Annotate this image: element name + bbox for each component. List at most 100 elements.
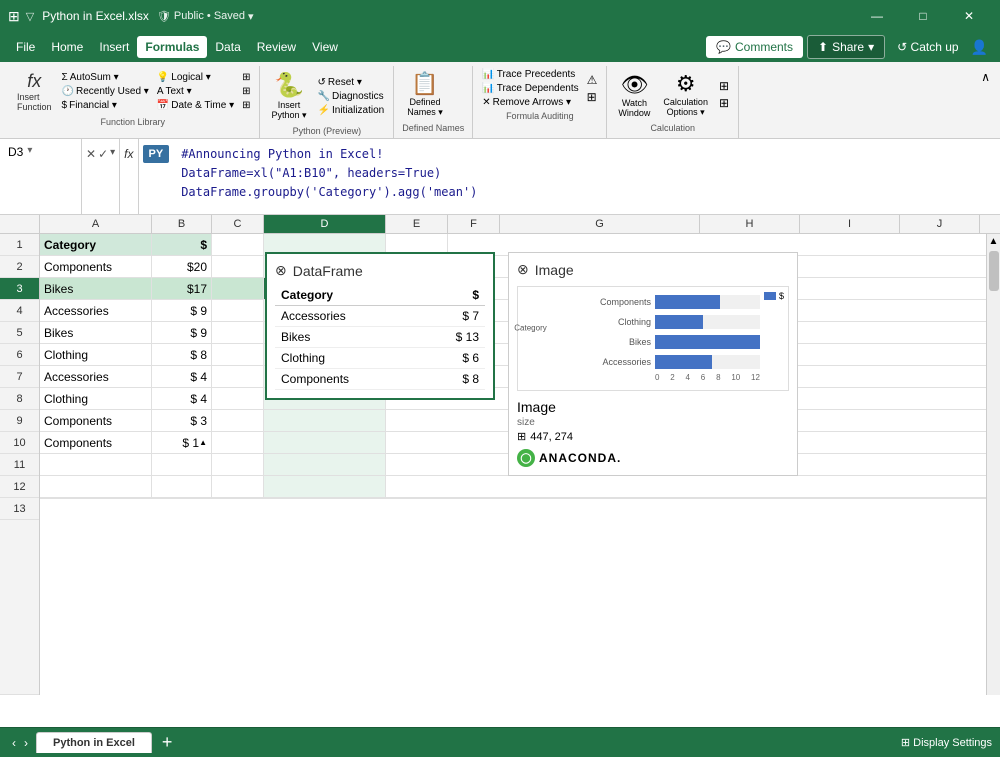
profile-button[interactable]: 👤 xyxy=(967,35,992,60)
cell-c1[interactable] xyxy=(212,234,264,255)
x-icon[interactable]: ✕ xyxy=(86,147,96,161)
row-num-1[interactable]: 1 xyxy=(0,234,39,256)
col-header-f[interactable]: F xyxy=(448,215,500,233)
cell-a6[interactable]: Clothing xyxy=(40,344,152,365)
cell-a2[interactable]: Components xyxy=(40,256,152,277)
menu-item-insert[interactable]: Insert xyxy=(91,36,137,58)
window-controls[interactable]: — □ ✕ xyxy=(854,0,992,32)
insert-function-button[interactable]: fx InsertFunction xyxy=(12,68,57,115)
display-settings-button[interactable]: ⊞ Display Settings xyxy=(901,736,992,749)
col-header-a[interactable]: A xyxy=(40,215,152,233)
defined-names-button[interactable]: 📋 DefinedNames ▾ xyxy=(402,68,448,121)
cell-a10[interactable]: Components xyxy=(40,432,152,453)
cell-reference[interactable]: D3 ▾ xyxy=(0,139,82,214)
cell-a1[interactable]: Category xyxy=(40,234,152,255)
calc-sheet-button[interactable]: ⊞ xyxy=(716,95,732,111)
row-num-14[interactable] xyxy=(0,520,39,695)
share-button[interactable]: ⬆ Share ▾ xyxy=(807,35,885,59)
cell-a9[interactable]: Components xyxy=(40,410,152,431)
row-num-10[interactable]: 10 xyxy=(0,432,39,454)
cell-b9[interactable]: $ 3 xyxy=(152,410,212,431)
row-num-9[interactable]: 9 xyxy=(0,410,39,432)
row-num-5[interactable]: 5 xyxy=(0,322,39,344)
text-button[interactable]: A Text ▾ xyxy=(154,85,237,98)
calc-now-button[interactable]: ⊞ xyxy=(716,78,732,94)
row-num-3[interactable]: 3 xyxy=(0,278,39,300)
cell-b12[interactable] xyxy=(152,476,212,497)
cell-b7[interactable]: $ 4 xyxy=(152,366,212,387)
formula-content[interactable]: #Announcing Python in Excel! DataFrame=x… xyxy=(173,139,1000,214)
maximize-button[interactable]: □ xyxy=(900,0,946,32)
checkmark-icon[interactable]: ✓ xyxy=(98,147,108,161)
row-num-4[interactable]: 4 xyxy=(0,300,39,322)
more-functions-button2[interactable]: ⊞ xyxy=(239,85,253,98)
cell-c3[interactable] xyxy=(212,278,264,299)
cell-a11[interactable] xyxy=(40,454,152,475)
cell-c9[interactable] xyxy=(212,410,264,431)
cell-c6[interactable] xyxy=(212,344,264,365)
eval-formula-button[interactable]: ⊞ xyxy=(584,89,601,105)
menu-item-home[interactable]: Home xyxy=(43,36,91,58)
col-header-j[interactable]: J xyxy=(900,215,980,233)
col-header-g[interactable]: G xyxy=(500,215,700,233)
row-num-8[interactable]: 8 xyxy=(0,388,39,410)
recently-used-button[interactable]: 🕐 Recently Used ▾ xyxy=(59,85,152,98)
autosum-button[interactable]: Σ AutoSum ▾ xyxy=(59,71,152,84)
row-num-6[interactable]: 6 xyxy=(0,344,39,366)
add-sheet-button[interactable]: + xyxy=(156,732,179,753)
close-button[interactable]: ✕ xyxy=(946,0,992,32)
ribbon-collapse-button[interactable]: ∧ xyxy=(977,66,994,88)
cell-a5[interactable]: Bikes xyxy=(40,322,152,343)
row-num-12[interactable]: 12 xyxy=(0,476,39,498)
cell-b11[interactable] xyxy=(152,454,212,475)
vertical-scrollbar[interactable]: ▲ xyxy=(986,234,1000,695)
initialization-button[interactable]: ⚡ Initialization xyxy=(315,104,388,117)
error-check-button[interactable]: ⚠ xyxy=(584,72,601,88)
col-header-d[interactable]: D xyxy=(264,215,386,233)
nav-left-button[interactable]: ‹ xyxy=(8,734,20,752)
cell-c2[interactable] xyxy=(212,256,264,277)
cell-d9[interactable] xyxy=(264,410,386,431)
formula-check-x[interactable]: ✕ ✓ ▾ xyxy=(82,139,120,214)
cell-d11[interactable] xyxy=(264,454,386,475)
cell-b2[interactable]: $20 xyxy=(152,256,212,277)
nav-right-button[interactable]: › xyxy=(20,734,32,752)
row-num-13[interactable]: 13 xyxy=(0,498,39,520)
cell-c11[interactable] xyxy=(212,454,264,475)
col-header-e[interactable]: E xyxy=(386,215,448,233)
cell-a8[interactable]: Clothing xyxy=(40,388,152,409)
scroll-thumb[interactable] xyxy=(989,251,999,291)
row-num-11[interactable]: 11 xyxy=(0,454,39,476)
col-header-h[interactable]: H xyxy=(700,215,800,233)
col-header-i[interactable]: I xyxy=(800,215,900,233)
cell-b8[interactable]: $ 4 xyxy=(152,388,212,409)
col-header-c[interactable]: C xyxy=(212,215,264,233)
more-functions-button3[interactable]: ⊞ xyxy=(239,99,253,112)
trace-precedents-button[interactable]: 📊 Trace Precedents xyxy=(479,68,581,81)
cell-c5[interactable] xyxy=(212,322,264,343)
logical-button[interactable]: 💡 Logical ▾ xyxy=(154,71,237,84)
menu-item-view[interactable]: View xyxy=(304,36,346,58)
financial-button[interactable]: $ Financial ▾ xyxy=(59,99,152,112)
cell-b5[interactable]: $ 9 xyxy=(152,322,212,343)
reset-button[interactable]: ↺ Reset ▾ xyxy=(315,76,388,89)
col-header-b[interactable]: B xyxy=(152,215,212,233)
menu-item-data[interactable]: Data xyxy=(207,36,248,58)
row-num-2[interactable]: 2 xyxy=(0,256,39,278)
minimize-button[interactable]: — xyxy=(854,0,900,32)
down-arrow-icon[interactable]: ▾ xyxy=(110,147,115,158)
catchup-button[interactable]: ↺ Catch up xyxy=(889,36,966,58)
cell-b10[interactable]: $ 1▲ xyxy=(152,432,212,453)
cell-a4[interactable]: Accessories xyxy=(40,300,152,321)
cell-b6[interactable]: $ 8 xyxy=(152,344,212,365)
cell-c12[interactable] xyxy=(212,476,264,497)
watch-window-button[interactable]: 👁 WatchWindow xyxy=(613,69,655,121)
more-functions-button1[interactable]: ⊞ xyxy=(239,71,253,84)
diagnostics-button[interactable]: 🔧 Diagnostics xyxy=(315,90,388,103)
cell-c4[interactable] xyxy=(212,300,264,321)
menu-item-file[interactable]: File xyxy=(8,36,43,58)
cell-b3[interactable]: $17 xyxy=(152,278,212,299)
remove-arrows-button[interactable]: ✕ Remove Arrows ▾ xyxy=(479,96,581,109)
scroll-up-button[interactable]: ▲ xyxy=(987,234,1000,249)
cell-b1[interactable]: $ xyxy=(152,234,212,255)
